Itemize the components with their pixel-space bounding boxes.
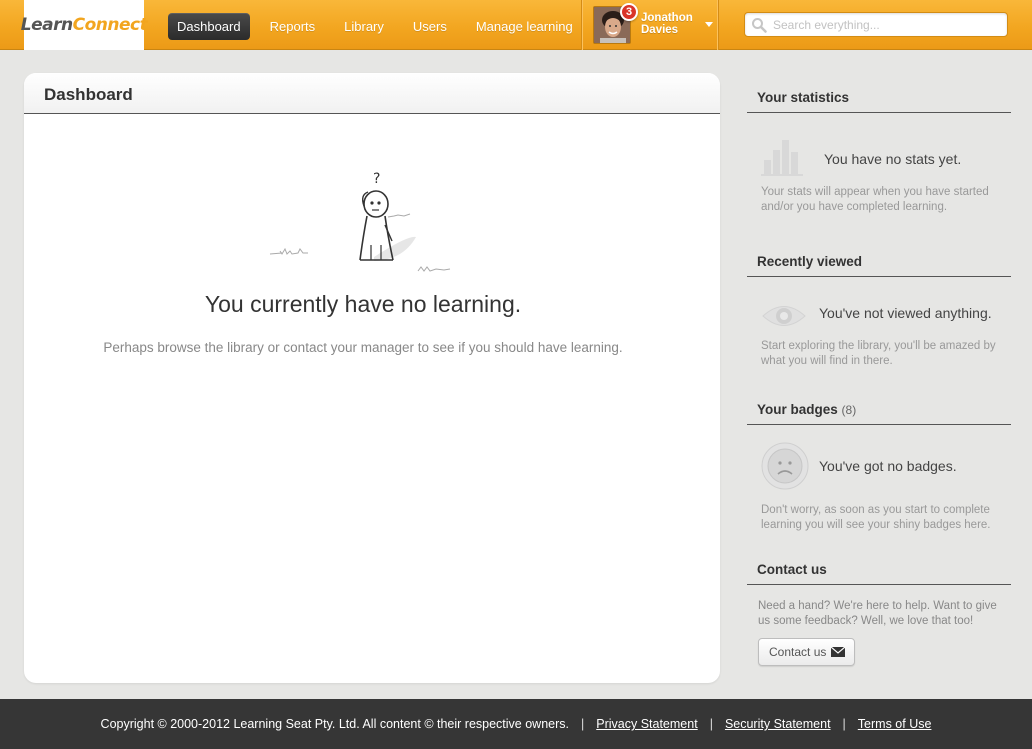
search-box bbox=[744, 12, 1008, 37]
badges-title-text: Your badges bbox=[757, 402, 838, 417]
logo-connect-text: Connect bbox=[72, 15, 148, 35]
user-menu[interactable]: 3 Jonathon Davies bbox=[581, 0, 719, 50]
recently-viewed-title: Recently viewed bbox=[747, 253, 1011, 277]
contact-title: Contact us bbox=[747, 561, 1011, 585]
footer: Copyright © 2000-2012 Learning Seat Pty.… bbox=[0, 699, 1032, 749]
bar-chart-icon bbox=[761, 140, 803, 176]
user-first-name: Jonathon bbox=[641, 12, 693, 24]
mail-icon bbox=[831, 647, 845, 657]
nav-dashboard[interactable]: Dashboard bbox=[168, 13, 250, 40]
eye-icon bbox=[762, 306, 806, 326]
question-mark: ? bbox=[373, 171, 380, 187]
security-statement-link[interactable]: Security Statement bbox=[725, 717, 831, 731]
statistics-title: Your statistics bbox=[747, 89, 1011, 113]
footer-separator: | bbox=[842, 717, 846, 731]
empty-state-title: You currently have no learning. bbox=[204, 291, 522, 317]
confused-person-illustration: ? bbox=[269, 171, 451, 272]
contact-desc: Need a hand? We're here to help. Want to… bbox=[758, 600, 997, 627]
badges-desc: Don't worry, as soon as you start to com… bbox=[761, 504, 991, 531]
sad-badge-icon bbox=[761, 442, 809, 490]
recently-viewed-lead: You've not viewed anything. bbox=[819, 305, 992, 321]
dashboard-panel: Dashboard ? You currently have no learni… bbox=[24, 73, 720, 683]
recently-viewed-desc: Start exploring the library, you'll be a… bbox=[761, 340, 996, 367]
badges-title: Your badges (8) bbox=[747, 401, 1011, 425]
contact-button-label: Contact us bbox=[769, 645, 827, 659]
footer-copyright: Copyright © 2000-2012 Learning Seat Pty.… bbox=[100, 717, 569, 731]
nav-manage-learning[interactable]: Manage learning bbox=[467, 13, 582, 40]
search-icon bbox=[752, 18, 767, 33]
nav-reports[interactable]: Reports bbox=[261, 13, 325, 40]
notification-badge[interactable]: 3 bbox=[620, 3, 638, 21]
contact-us-button[interactable]: Contact us bbox=[758, 638, 855, 666]
footer-separator: | bbox=[709, 717, 713, 731]
panel-header: Dashboard bbox=[24, 73, 720, 114]
badges-count: (8) bbox=[841, 403, 857, 417]
nav-users[interactable]: Users bbox=[404, 13, 456, 40]
top-bar: Learn Connect Dashboard Reports Library U… bbox=[0, 0, 1032, 50]
badges-lead: You've got no badges. bbox=[819, 458, 957, 474]
empty-state-subtitle: Perhaps browse the library or contact yo… bbox=[103, 340, 623, 355]
search-input[interactable] bbox=[773, 15, 1001, 34]
statistics-lead: You have no stats yet. bbox=[824, 151, 962, 167]
user-name: Jonathon Davies bbox=[641, 12, 703, 36]
logo-learn-text: Learn bbox=[20, 15, 73, 35]
badges-section: Your badges (8) You've got no badges. Do… bbox=[747, 401, 1011, 531]
chevron-down-icon[interactable] bbox=[705, 22, 713, 27]
statistics-desc: Your stats will appear when you have sta… bbox=[761, 186, 989, 213]
nav-library[interactable]: Library bbox=[335, 13, 393, 40]
privacy-statement-link[interactable]: Privacy Statement bbox=[596, 717, 697, 731]
user-last-name: Davies bbox=[641, 24, 679, 36]
terms-of-use-link[interactable]: Terms of Use bbox=[858, 717, 932, 731]
contact-section: Contact us Need a hand? We're here to he… bbox=[747, 561, 1011, 666]
footer-separator: | bbox=[581, 717, 585, 731]
recently-viewed-section: Recently viewed You've not viewed anythi… bbox=[747, 253, 1011, 367]
page-title: Dashboard bbox=[44, 85, 133, 104]
main-nav: Dashboard Reports Library Users Manage l… bbox=[168, 13, 593, 40]
statistics-section: Your statistics You have no stats yet. Y… bbox=[747, 89, 1011, 213]
app-logo[interactable]: Learn Connect bbox=[20, 0, 148, 50]
